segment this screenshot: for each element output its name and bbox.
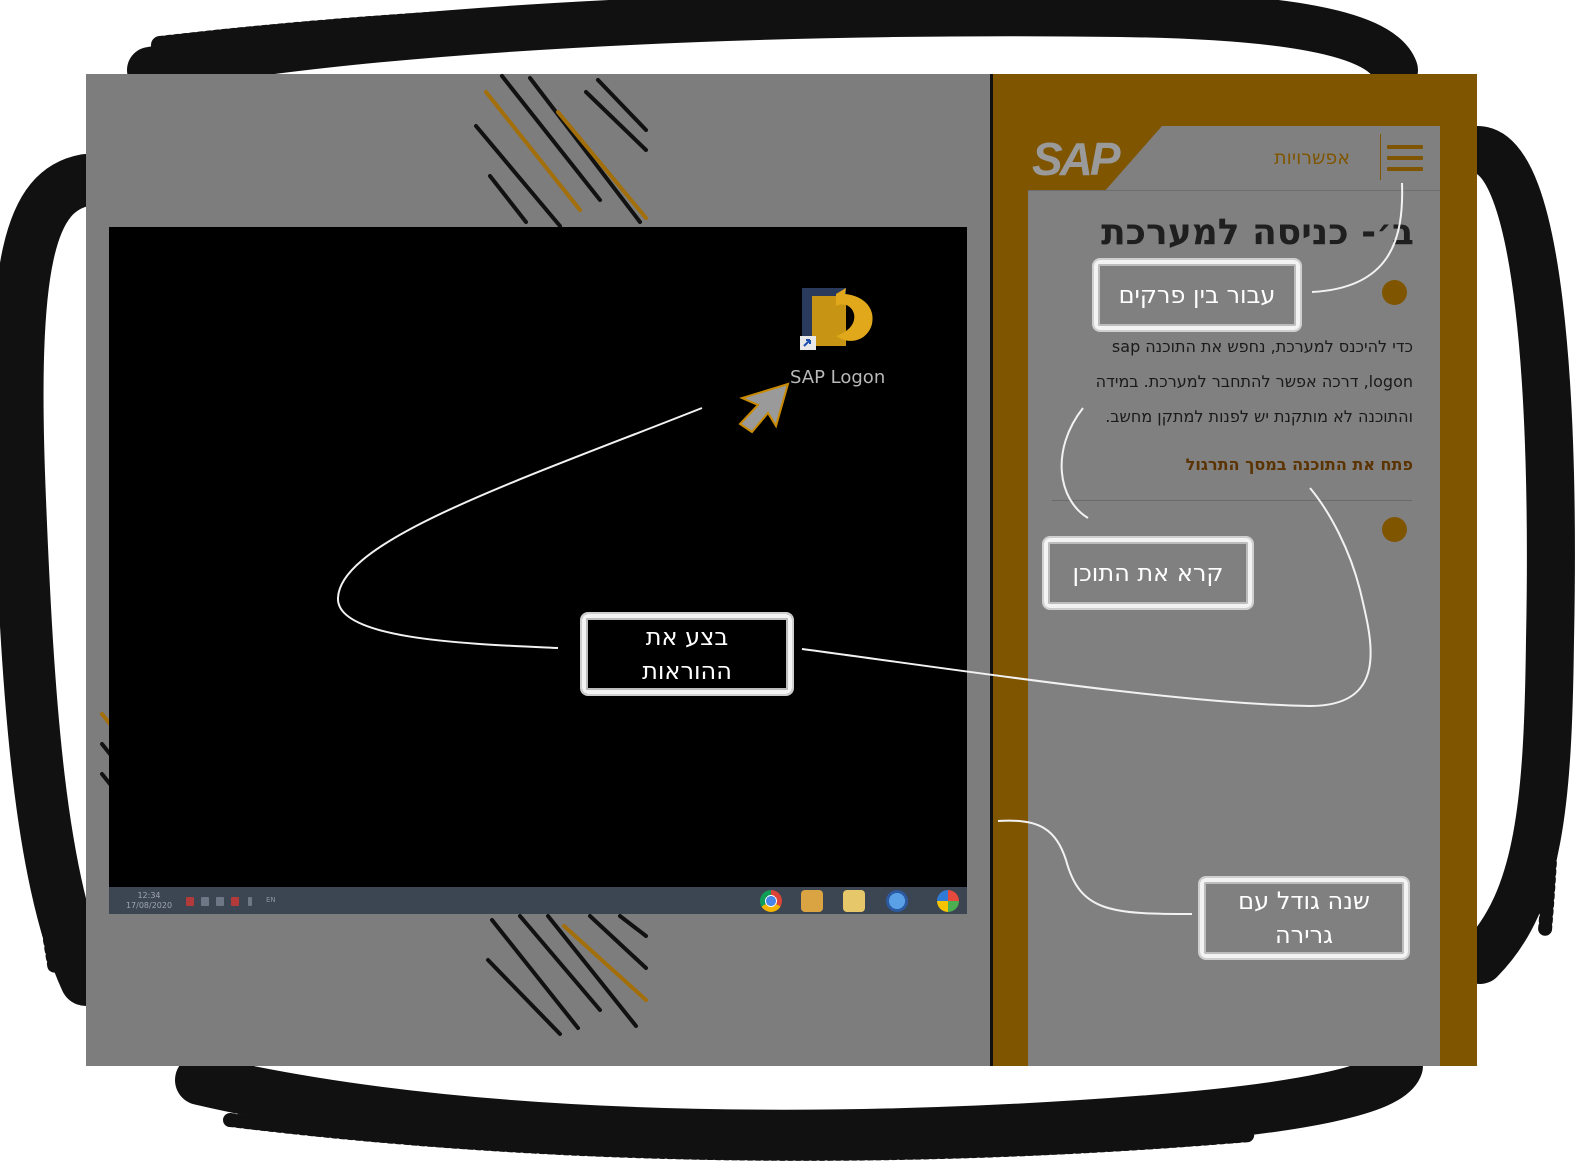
chapter-paragraph: כדי להיכנס למערכת, נחפש את התוכנה sap lo…	[1073, 329, 1413, 434]
taskbar-language[interactable]: EN	[266, 896, 276, 904]
callout-read-content: קרא את התוכן	[1044, 538, 1252, 608]
taskbar-date: 17/08/2020	[125, 901, 173, 910]
paragraph-line-2: logon, דרכה אפשר להתחבר למערכת. במידה	[1095, 372, 1413, 391]
callout-resize-line2: גרירה	[1274, 921, 1334, 949]
sap-logon-label[interactable]: SAP Logon	[790, 367, 885, 388]
callout-do-instructions-line1: בצע את	[645, 623, 729, 651]
open-practice-link[interactable]: פתח את התוכנה במסך התרגול	[1186, 455, 1413, 474]
explorer-taskbar-icon[interactable]	[843, 890, 865, 912]
callout-do-instructions-line2: ההוראות	[642, 657, 732, 685]
callout-switch-chapters-text: עבור בין פרקים	[1118, 281, 1276, 309]
menu-divider	[1380, 134, 1381, 180]
start-button-icon[interactable]	[937, 890, 959, 912]
options-menu-label[interactable]: אפשרויות	[1274, 147, 1350, 169]
tray-icon[interactable]	[186, 897, 194, 906]
callout-switch-chapters: עבור בין פרקים	[1094, 260, 1300, 330]
chapter-bullet-1[interactable]	[1382, 280, 1407, 305]
tray-icon[interactable]	[248, 897, 252, 906]
callout-resize: שנה גודל עם גרירה	[1200, 878, 1408, 958]
hamburger-menu-icon[interactable]	[1387, 145, 1423, 171]
tray-icon[interactable]	[216, 897, 224, 906]
sap-logo-text: SAP	[1032, 133, 1121, 185]
chapter-bullet-2[interactable]	[1382, 517, 1407, 542]
section-divider	[1052, 500, 1412, 501]
taskbar-time: 12:34	[137, 891, 161, 900]
callout-resize-line1: שנה גודל עם	[1238, 887, 1370, 915]
sap-logon-icon[interactable]	[800, 286, 876, 350]
callout-do-instructions: בצע את ההוראות	[582, 614, 792, 694]
callout-read-content-text: קרא את התוכן	[1072, 559, 1224, 587]
media-player-taskbar-icon[interactable]	[801, 890, 823, 912]
paragraph-line-1: כדי להיכנס למערכת, נחפש את התוכנה sap	[1111, 337, 1413, 356]
tray-icon[interactable]	[231, 897, 239, 906]
internet-explorer-taskbar-icon[interactable]	[886, 890, 908, 912]
paragraph-line-3: והתוכנה לא מותקנת יש לפנות למתקן מחשב.	[1105, 407, 1413, 426]
chrome-taskbar-icon[interactable]	[760, 890, 782, 912]
taskbar-clock: 12:34 17/08/2020	[118, 891, 180, 911]
tray-icon[interactable]	[201, 897, 209, 906]
chapter-title: ב׳- כניסה למערכת	[1101, 212, 1414, 253]
